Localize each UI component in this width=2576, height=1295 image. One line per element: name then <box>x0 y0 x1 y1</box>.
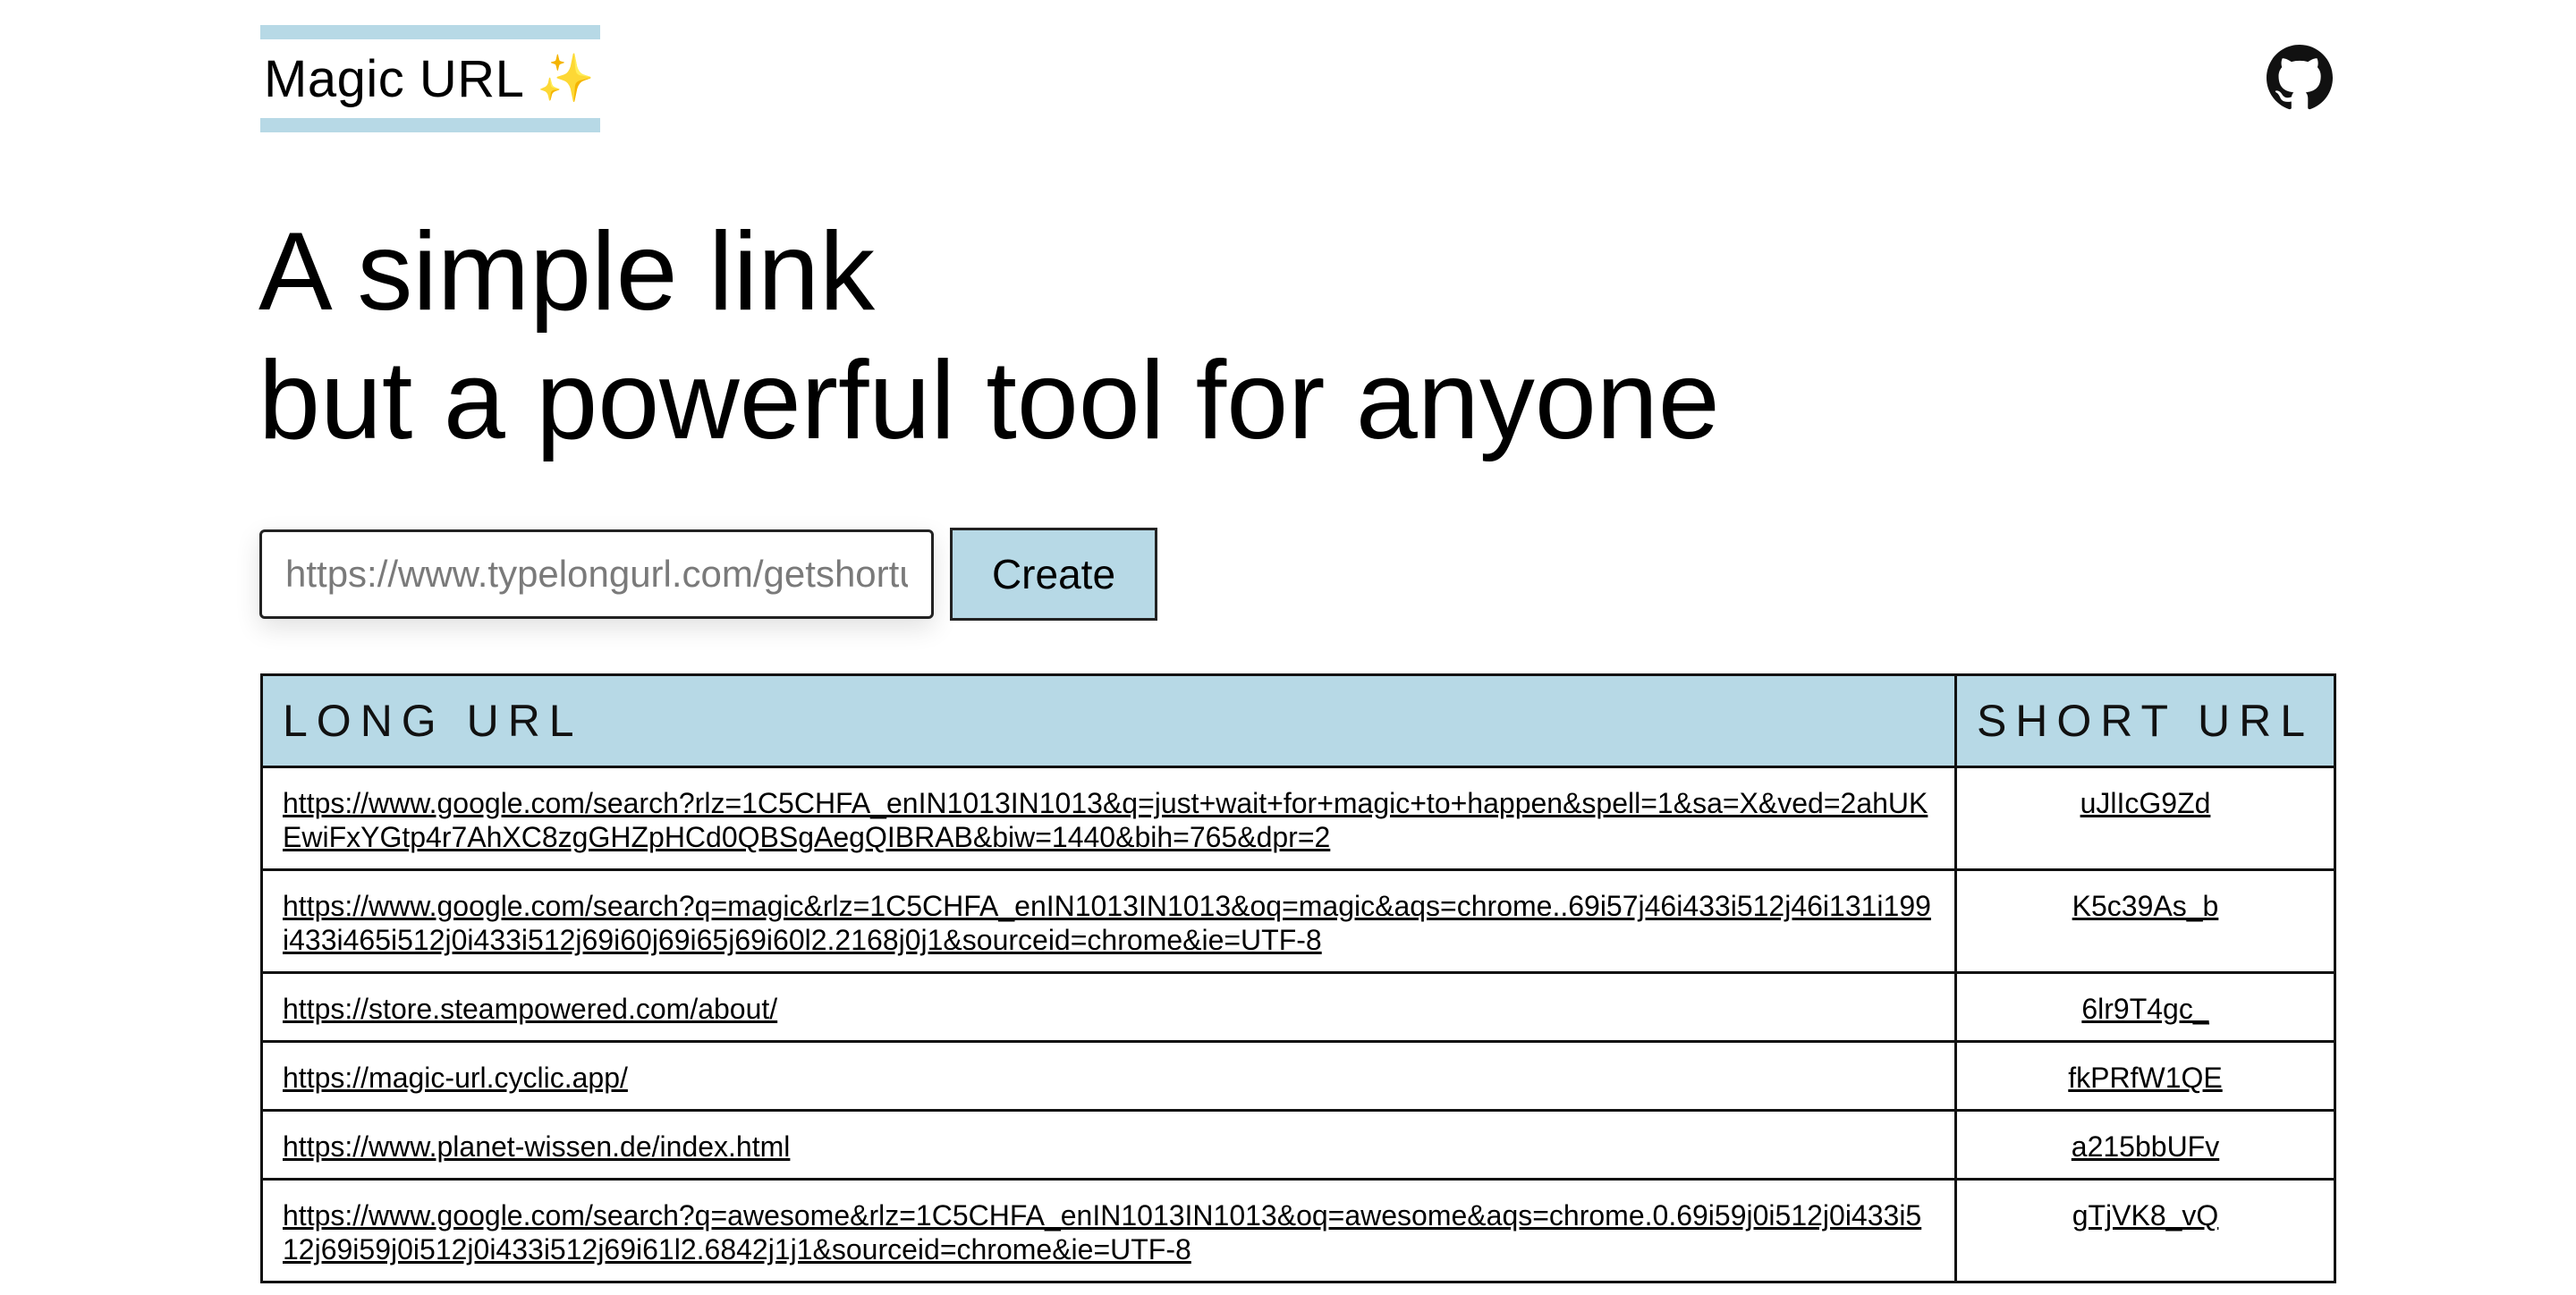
short-url-link[interactable]: gTjVK8_vQ <box>2072 1199 2219 1232</box>
short-url-link[interactable]: K5c39As_b <box>2072 890 2219 922</box>
short-url-link[interactable]: fkPRfW1QE <box>2068 1062 2222 1094</box>
brand-name: Magic URL <box>264 49 525 108</box>
short-url-link[interactable]: 6lr9T4gc_ <box>2081 993 2208 1025</box>
long-url-link[interactable]: https://www.google.com/search?rlz=1C5CHF… <box>283 787 1928 853</box>
short-url-cell: 6lr9T4gc_ <box>1954 971 2336 1043</box>
table-row: https://www.google.com/search?q=awesome&… <box>260 1178 2336 1283</box>
long-url-link[interactable]: https://www.google.com/search?q=magic&rl… <box>283 890 1931 956</box>
short-url-cell: uJlIcG9Zd <box>1954 766 2336 871</box>
long-url-cell: https://www.google.com/search?rlz=1C5CHF… <box>260 766 1957 871</box>
table-row: https://store.steampowered.com/about/ 6l… <box>260 971 2336 1043</box>
create-button[interactable]: Create <box>950 528 1157 621</box>
short-url-link[interactable]: a215bbUFv <box>2072 1130 2219 1163</box>
brand-logo[interactable]: Magic URL ✨ <box>260 25 600 132</box>
table-row: https://www.google.com/search?q=magic&rl… <box>260 868 2336 974</box>
table-row: https://www.planet-wissen.de/index.html … <box>260 1109 2336 1181</box>
short-url-cell: fkPRfW1QE <box>1954 1040 2336 1112</box>
short-url-header: SHORT URL <box>1954 673 2336 768</box>
long-url-cell: https://www.planet-wissen.de/index.html <box>260 1109 1957 1181</box>
hero-line-2: but a powerful tool for anyone <box>258 339 1720 462</box>
hero-line-1: A simple link <box>258 210 876 334</box>
hero-headline: A simple link but a powerful tool for an… <box>258 207 1720 465</box>
long-url-cell: https://magic-url.cyclic.app/ <box>260 1040 1957 1112</box>
page: Magic URL ✨ A simple link but a powerful… <box>0 0 2576 1295</box>
long-url-link[interactable]: https://magic-url.cyclic.app/ <box>283 1062 628 1094</box>
short-url-link[interactable]: uJlIcG9Zd <box>2080 787 2211 819</box>
long-url-link[interactable]: https://www.google.com/search?q=awesome&… <box>283 1199 1921 1265</box>
long-url-link[interactable]: https://www.planet-wissen.de/index.html <box>283 1130 790 1163</box>
table-header-row: LONG URL SHORT URL <box>260 673 2336 768</box>
short-url-cell: gTjVK8_vQ <box>1954 1178 2336 1283</box>
long-url-cell: https://store.steampowered.com/about/ <box>260 971 1957 1043</box>
long-url-cell: https://www.google.com/search?q=awesome&… <box>260 1178 1957 1283</box>
long-url-input[interactable] <box>259 529 934 619</box>
url-table: LONG URL SHORT URL https://www.google.co… <box>260 673 2336 1283</box>
url-table-container: LONG URL SHORT URL https://www.google.co… <box>260 673 2336 1283</box>
long-url-header: LONG URL <box>260 673 1957 768</box>
table-row: https://magic-url.cyclic.app/ fkPRfW1QE <box>260 1040 2336 1112</box>
table-row: https://www.google.com/search?rlz=1C5CHF… <box>260 766 2336 871</box>
long-url-cell: https://www.google.com/search?q=magic&rl… <box>260 868 1957 974</box>
short-url-cell: a215bbUFv <box>1954 1109 2336 1181</box>
short-url-cell: K5c39As_b <box>1954 868 2336 974</box>
long-url-link[interactable]: https://store.steampowered.com/about/ <box>283 993 777 1025</box>
sparkle-icon: ✨ <box>537 53 596 105</box>
github-icon[interactable] <box>2267 45 2333 111</box>
